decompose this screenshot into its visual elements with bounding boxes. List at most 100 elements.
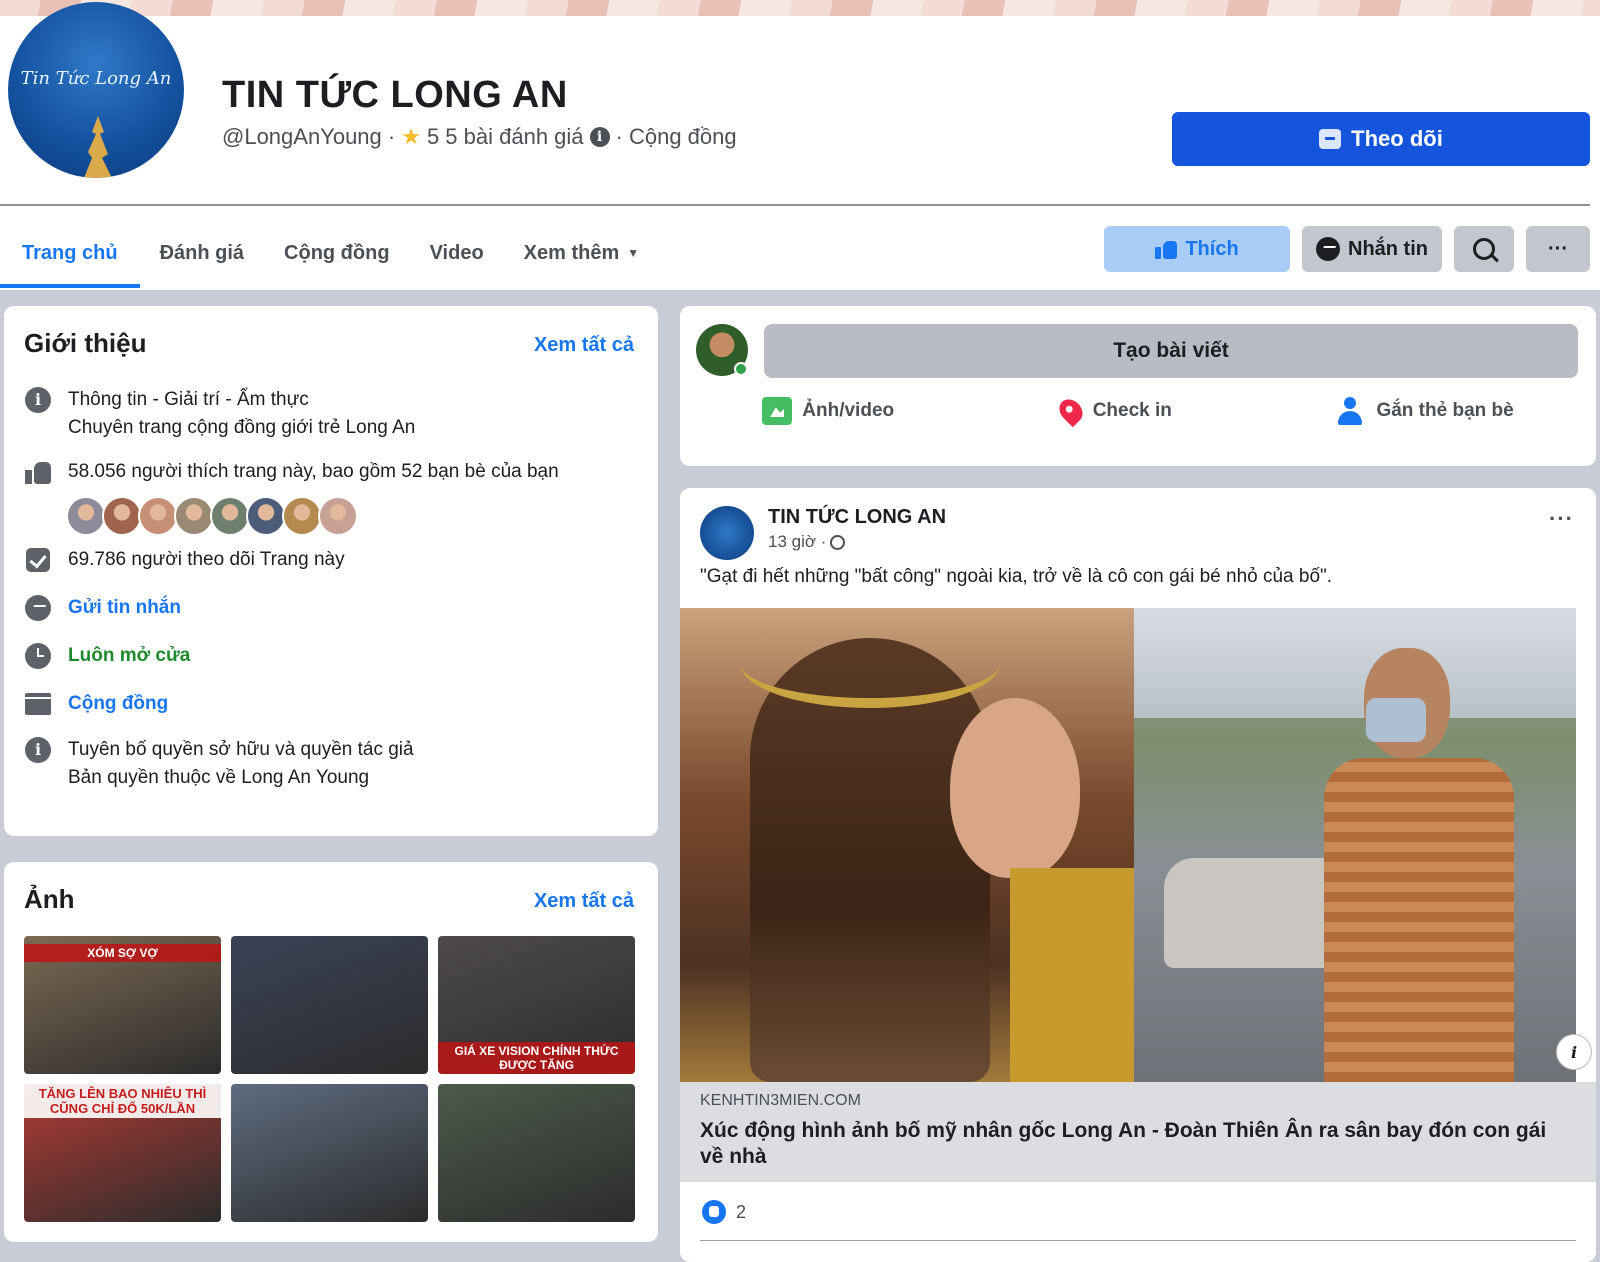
person-tag-icon — [1336, 397, 1366, 425]
photo-caption: TĂNG LÊN BAO NHIÊU THÌ CŨNG CHỈ ĐỔ 50K/L… — [24, 1084, 221, 1118]
post-composer: Tạo bài viết Ảnh/video Check in Gắn thẻ … — [680, 306, 1596, 466]
send-message-link[interactable]: Gửi tin nhắn — [68, 594, 181, 622]
post-divider — [700, 1240, 1576, 1241]
intro-title: Giới thiệu — [24, 328, 147, 358]
photos-title: Ảnh — [24, 884, 75, 914]
messenger-icon — [25, 595, 51, 621]
page-handle[interactable]: @LongAnYoung · — [222, 124, 395, 150]
location-pin-icon — [1054, 394, 1087, 428]
avatar-text: Tin Tức Long An — [20, 68, 172, 89]
photo-crying-woman — [680, 608, 1134, 1082]
friend-avatar[interactable] — [174, 496, 214, 536]
thumbs-up-icon — [25, 460, 51, 484]
photo-thumbnail[interactable] — [231, 1084, 428, 1222]
intro-description: Chuyên trang cộng đồng giới trẻ Long An — [68, 417, 416, 438]
photo-thumbnail[interactable]: TĂNG LÊN BAO NHIÊU THÌ CŨNG CHỈ ĐỔ 50K/L… — [24, 1084, 221, 1222]
intro-card: Giới thiệu Xem tất cả i Thông tin - Giải… — [4, 306, 658, 836]
friend-avatar[interactable] — [66, 496, 106, 536]
link-preview[interactable]: KENHTIN3MIEN.COM Xúc động hình ảnh bố mỹ… — [680, 1082, 1596, 1182]
clock-icon — [25, 643, 51, 669]
photo-thumbnail[interactable]: GIÁ XE VISION CHÍNH THỨC ĐƯỢC TĂNG — [438, 936, 635, 1074]
info-icon[interactable]: i — [589, 127, 610, 147]
page-subtitle: @LongAnYoung · ★ 5 5 bài đánh giá i · Cộ… — [222, 124, 737, 150]
checkbox-icon — [26, 548, 50, 572]
post-author[interactable]: TIN TỨC LONG AN — [768, 506, 946, 529]
composer-actions: Ảnh/video Check in Gắn thẻ bạn bè — [680, 394, 1596, 428]
page-actions: Thích Nhắn tin ··· — [1104, 226, 1590, 272]
intro-copyright-row: i Tuyên bố quyền sở hữu và quyền tác giả… — [24, 736, 414, 792]
photo-caption: GIÁ XE VISION CHÍNH THỨC ĐƯỢC TĂNG — [438, 1042, 635, 1074]
intro-category-row: i Thông tin - Giải trí - Ẩm thực Chuyên … — [24, 386, 415, 442]
search-icon — [1473, 238, 1495, 260]
thumbs-up-icon — [1155, 239, 1178, 259]
check-in-button[interactable]: Check in — [1054, 394, 1172, 428]
photo-thumbnail[interactable] — [438, 1084, 635, 1222]
photos-card: Ảnh Xem tất cả XÓM SỢ VỢ GIÁ XE VISION C… — [4, 862, 658, 1242]
follow-icon — [1319, 129, 1342, 149]
page-category-icon — [25, 693, 51, 715]
intro-message-row: Gửi tin nhắn — [24, 594, 181, 622]
feed-post: TIN TỨC LONG AN 13 giờ · ··· "Gạt đi hết… — [680, 488, 1596, 1262]
tab-reviews[interactable]: Đánh giá — [140, 218, 264, 288]
like-reaction-icon — [702, 1200, 726, 1224]
page-nav: Trang chủ Đánh giá Cộng đồng Video Xem t… — [0, 218, 659, 290]
intro-followers: 69.786 người theo dõi Trang này — [68, 549, 345, 570]
post-options-button[interactable]: ··· — [1549, 506, 1574, 532]
tab-home[interactable]: Trang chủ — [0, 218, 140, 288]
page-category: · Cộng đồng — [615, 124, 737, 149]
post-link-image[interactable] — [680, 608, 1576, 1082]
community-link[interactable]: Cộng đồng — [68, 690, 168, 718]
reaction-count: 2 — [736, 1201, 747, 1222]
more-icon: ··· — [1548, 237, 1568, 260]
message-button[interactable]: Nhắn tin — [1302, 226, 1442, 272]
copyright-text: Bản quyền thuộc về Long An Young — [68, 767, 370, 788]
tab-community[interactable]: Cộng đồng — [264, 218, 410, 288]
intro-category-link-row: Cộng đồng — [24, 690, 168, 718]
photos-see-all-link[interactable]: Xem tất cả — [534, 890, 634, 913]
tag-friends-button[interactable]: Gắn thẻ bạn bè — [1336, 396, 1514, 426]
tab-video[interactable]: Video — [410, 218, 504, 288]
globe-icon — [830, 534, 846, 550]
like-button[interactable]: Thích — [1104, 226, 1290, 272]
photo-thumbnail[interactable]: XÓM SỢ VỢ — [24, 936, 221, 1074]
page-avatar[interactable]: Tin Tức Long An — [8, 2, 184, 178]
photo-video-button[interactable]: Ảnh/video — [762, 396, 894, 426]
friend-avatar[interactable] — [138, 496, 178, 536]
post-time-text[interactable]: 13 giờ · — [768, 532, 826, 552]
star-icon: ★ — [401, 124, 421, 149]
copyright-title: Tuyên bố quyền sở hữu và quyền tác giả — [68, 739, 414, 760]
photo-grid: XÓM SỢ VỢ GIÁ XE VISION CHÍNH THỨC ĐƯỢC … — [24, 936, 640, 1222]
friend-avatar[interactable] — [282, 496, 322, 536]
cover-photo[interactable] — [0, 0, 1600, 16]
friend-avatar[interactable] — [318, 496, 358, 536]
intro-likes[interactable]: 58.056 người thích trang này, bao gồm 52… — [68, 458, 559, 486]
follow-label: Theo dõi — [1351, 126, 1443, 151]
reaction-summary[interactable]: 2 — [702, 1200, 746, 1224]
post-text: "Gạt đi hết những "bất công" ngoài kia, … — [700, 566, 1333, 587]
friend-avatar[interactable] — [210, 496, 250, 536]
intro-followers-row: 69.786 người theo dõi Trang này — [24, 546, 345, 574]
info-icon: i — [25, 737, 51, 763]
info-icon[interactable]: i — [1556, 1034, 1592, 1070]
info-icon: i — [25, 387, 51, 413]
page-title: TIN TỨC LONG AN — [222, 74, 568, 116]
photo-video-label: Ảnh/video — [802, 400, 895, 421]
create-post-button[interactable]: Tạo bài viết — [764, 324, 1578, 378]
photo-thumbnail[interactable] — [231, 936, 428, 1074]
more-options-button[interactable]: ··· — [1526, 226, 1590, 272]
rating-text[interactable]: 5 5 bài đánh giá — [427, 124, 584, 150]
link-domain: KENHTIN3MIEN.COM — [700, 1092, 861, 1109]
like-label: Thích — [1185, 237, 1239, 260]
intro-see-all-link[interactable]: Xem tất cả — [534, 334, 634, 357]
friend-avatar[interactable] — [102, 496, 142, 536]
follow-button[interactable]: Theo dõi — [1172, 112, 1590, 166]
search-button[interactable] — [1454, 226, 1514, 272]
tab-more-label: Xem thêm — [523, 241, 620, 264]
statue-icon — [84, 116, 112, 178]
tab-more[interactable]: Xem thêm ▼ — [504, 218, 659, 288]
post-author-avatar[interactable] — [700, 506, 754, 560]
intro-category: Thông tin - Giải trí - Ẩm thực — [68, 389, 309, 410]
post-timestamp: 13 giờ · — [768, 532, 846, 552]
caret-down-icon: ▼ — [627, 246, 640, 260]
friend-avatar[interactable] — [246, 496, 286, 536]
